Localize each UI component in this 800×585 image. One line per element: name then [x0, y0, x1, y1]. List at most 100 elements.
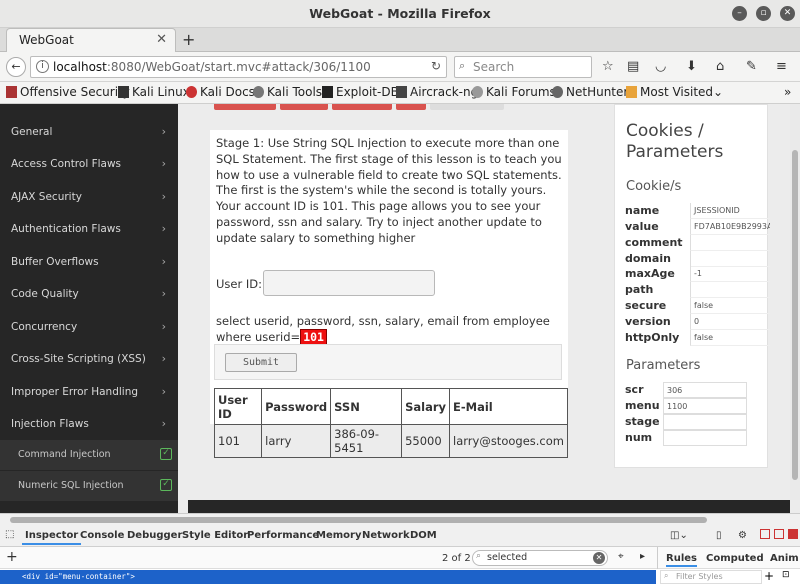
tab-memory[interactable]: Memory [316, 530, 361, 541]
minimize-icon[interactable]: – [732, 6, 747, 21]
pane-toggle-icon[interactable]: ▸ [640, 551, 645, 562]
exploitdb-icon [322, 86, 333, 98]
sidebar-item-injection-flaws[interactable]: Injection Flaws › [0, 408, 178, 440]
cookie-field: secure false [625, 298, 770, 314]
sidebar-item-buffer-overflows[interactable]: Buffer Overflows › [0, 246, 178, 278]
bookmarks-overflow-icon[interactable]: » [784, 85, 791, 99]
url-path: :8080/WebGoat/start.mvc#attack/306/1100 [106, 60, 371, 74]
bookmark-aircrack-ng[interactable]: Aircrack-ng [396, 85, 478, 99]
bookmark-offensive-security[interactable]: Offensive Security [6, 85, 130, 99]
bookmark-most-visited[interactable]: Most Visited⌄ [626, 85, 723, 99]
cookie-field: maxAge -1 [625, 266, 770, 282]
menu-icon[interactable]: ≡ [776, 59, 787, 74]
chevron-right-icon: › [161, 255, 166, 268]
url-bar[interactable]: i localhost:8080/WebGoat/start.mvc#attac… [30, 56, 447, 78]
new-tab-button[interactable]: + [182, 30, 195, 49]
vertical-scrollbar[interactable] [790, 104, 800, 500]
reload-icon[interactable]: ↻ [431, 59, 441, 73]
lesson-toolbar-button[interactable] [214, 104, 276, 110]
parameter-field: stage [625, 414, 747, 430]
bookmark-kali-docs[interactable]: Kali Docs [186, 85, 255, 99]
cookie-heading: Cookie/s [626, 179, 682, 194]
bookmark-kali-linux[interactable]: Kali Linux [118, 85, 190, 99]
check-icon: ✓ [160, 479, 172, 491]
tab-style-editor[interactable]: Style Editor [182, 530, 248, 541]
pocket-icon[interactable]: ◡ [655, 59, 666, 74]
sidebar-subitem-numeric-sql-injection[interactable]: Numeric SQL Injection ✓ [0, 471, 178, 501]
folder-icon [626, 86, 637, 98]
aircrack-icon [396, 86, 407, 98]
bookmark-kali-forums[interactable]: Kali Forums [472, 85, 556, 99]
info-icon[interactable]: i [36, 60, 49, 73]
sidebar-item-code-quality[interactable]: Code Quality › [0, 278, 178, 310]
sidebar-item-access-control[interactable]: Access Control Flaws › [0, 148, 178, 180]
dom-breadcrumb[interactable]: <div id="menu-container"> [0, 570, 656, 584]
tab-rules[interactable]: Rules [666, 553, 697, 567]
sidebar-item-authentication[interactable]: Authentication Flaws › [0, 213, 178, 245]
tab-computed[interactable]: Computed [706, 553, 764, 564]
devtools-search-input[interactable]: ⌕ selected ✕ [472, 550, 608, 566]
element-picker-icon[interactable]: ⬚ [5, 529, 14, 540]
add-rule-icon[interactable]: + [764, 569, 774, 583]
devtools-toolbar: ⬚ Inspector Console Debugger Style Edito… [0, 525, 800, 547]
reading-list-icon[interactable]: ▤ [627, 59, 639, 74]
sidebar-subitem-command-injection[interactable]: Command Injection ✓ [0, 440, 178, 470]
sidebar-item-xss[interactable]: Cross-Site Scripting (XSS) › [0, 343, 178, 375]
eyedropper-icon[interactable]: ⌖ [618, 551, 624, 562]
tab-debugger[interactable]: Debugger [127, 530, 182, 541]
tab-dom[interactable]: DOM [410, 530, 437, 541]
submit-button[interactable]: Submit [225, 353, 297, 372]
filter-styles-input[interactable]: ⌕ Filter Styles [660, 570, 762, 584]
restart-lesson-button[interactable] [430, 104, 504, 110]
extension-icon[interactable]: ✎ [746, 59, 757, 74]
tab-close-icon[interactable]: ✕ [156, 32, 167, 47]
sidebar-item-concurrency[interactable]: Concurrency › [0, 311, 178, 343]
maximize-icon[interactable]: ▫ [756, 6, 771, 21]
home-icon[interactable]: ⌂ [716, 59, 724, 74]
table-row: 101 larry 386-09-5451 55000 larry@stooge… [213, 424, 568, 458]
userid-input[interactable] [263, 270, 435, 296]
tab-animations[interactable]: Anim [770, 553, 799, 564]
bookmark-exploit-db[interactable]: Exploit-DB [322, 85, 399, 99]
tab-network[interactable]: Network [362, 530, 410, 541]
page-footer-bar [188, 500, 790, 513]
bookmark-star-icon[interactable]: ☆ [602, 59, 614, 74]
sidebar-item-ajax-security[interactable]: AJAX Security › [0, 181, 178, 213]
dock-layout-icon[interactable]: ◫⌄ [670, 530, 688, 541]
pseudo-class-icon[interactable]: ⊡ [782, 570, 790, 580]
firefox-window: WebGoat - Mozilla Firefox – ▫ ✕ WebGoat … [0, 0, 800, 585]
tab-webgoat[interactable]: WebGoat ✕ [6, 28, 176, 52]
responsive-icon[interactable]: ▯ [716, 530, 722, 541]
search-input[interactable]: ⌕ Search [454, 56, 592, 78]
scrollbar-thumb[interactable] [10, 517, 707, 523]
bookmark-nethunter[interactable]: NetHunter [552, 85, 628, 99]
gear-icon[interactable]: ⚙ [738, 530, 747, 541]
back-button[interactable]: ← [6, 57, 26, 77]
lesson-main: Stage 1: Use String SQL Injection to exe… [178, 104, 790, 513]
downloads-icon[interactable]: ⬇ [686, 59, 697, 74]
close-devtools-icon[interactable] [788, 529, 798, 539]
undock-icon[interactable] [774, 529, 784, 539]
tab-inspector[interactable]: Inspector [22, 528, 82, 545]
tab-console[interactable]: Console [80, 530, 124, 541]
bookmark-kali-tools[interactable]: Kali Tools [253, 85, 322, 99]
sidebar-item-error-handling[interactable]: Improper Error Handling › [0, 376, 178, 408]
table-cell: 386-09-5451 [330, 424, 403, 458]
add-node-icon[interactable]: + [6, 549, 18, 565]
lesson-toolbar-button[interactable] [332, 104, 392, 110]
table-header: E-Mail [449, 388, 568, 425]
scrollbar-thumb[interactable] [792, 150, 798, 480]
clear-search-icon[interactable]: ✕ [593, 552, 605, 564]
match-count: 2 of 2 [442, 553, 471, 564]
tab-performance[interactable]: Performance [247, 530, 319, 541]
chevron-right-icon: › [161, 320, 166, 333]
dock-icon[interactable] [760, 529, 770, 539]
lesson-toolbar-button[interactable] [280, 104, 328, 110]
horizontal-scrollbar[interactable] [0, 513, 800, 525]
cookie-field: path [625, 282, 770, 298]
close-icon[interactable]: ✕ [780, 6, 795, 21]
chevron-right-icon: › [161, 287, 166, 300]
chevron-right-icon: › [161, 385, 166, 398]
sidebar-item-general[interactable]: General › [0, 116, 178, 148]
lesson-toolbar-button[interactable] [396, 104, 426, 110]
